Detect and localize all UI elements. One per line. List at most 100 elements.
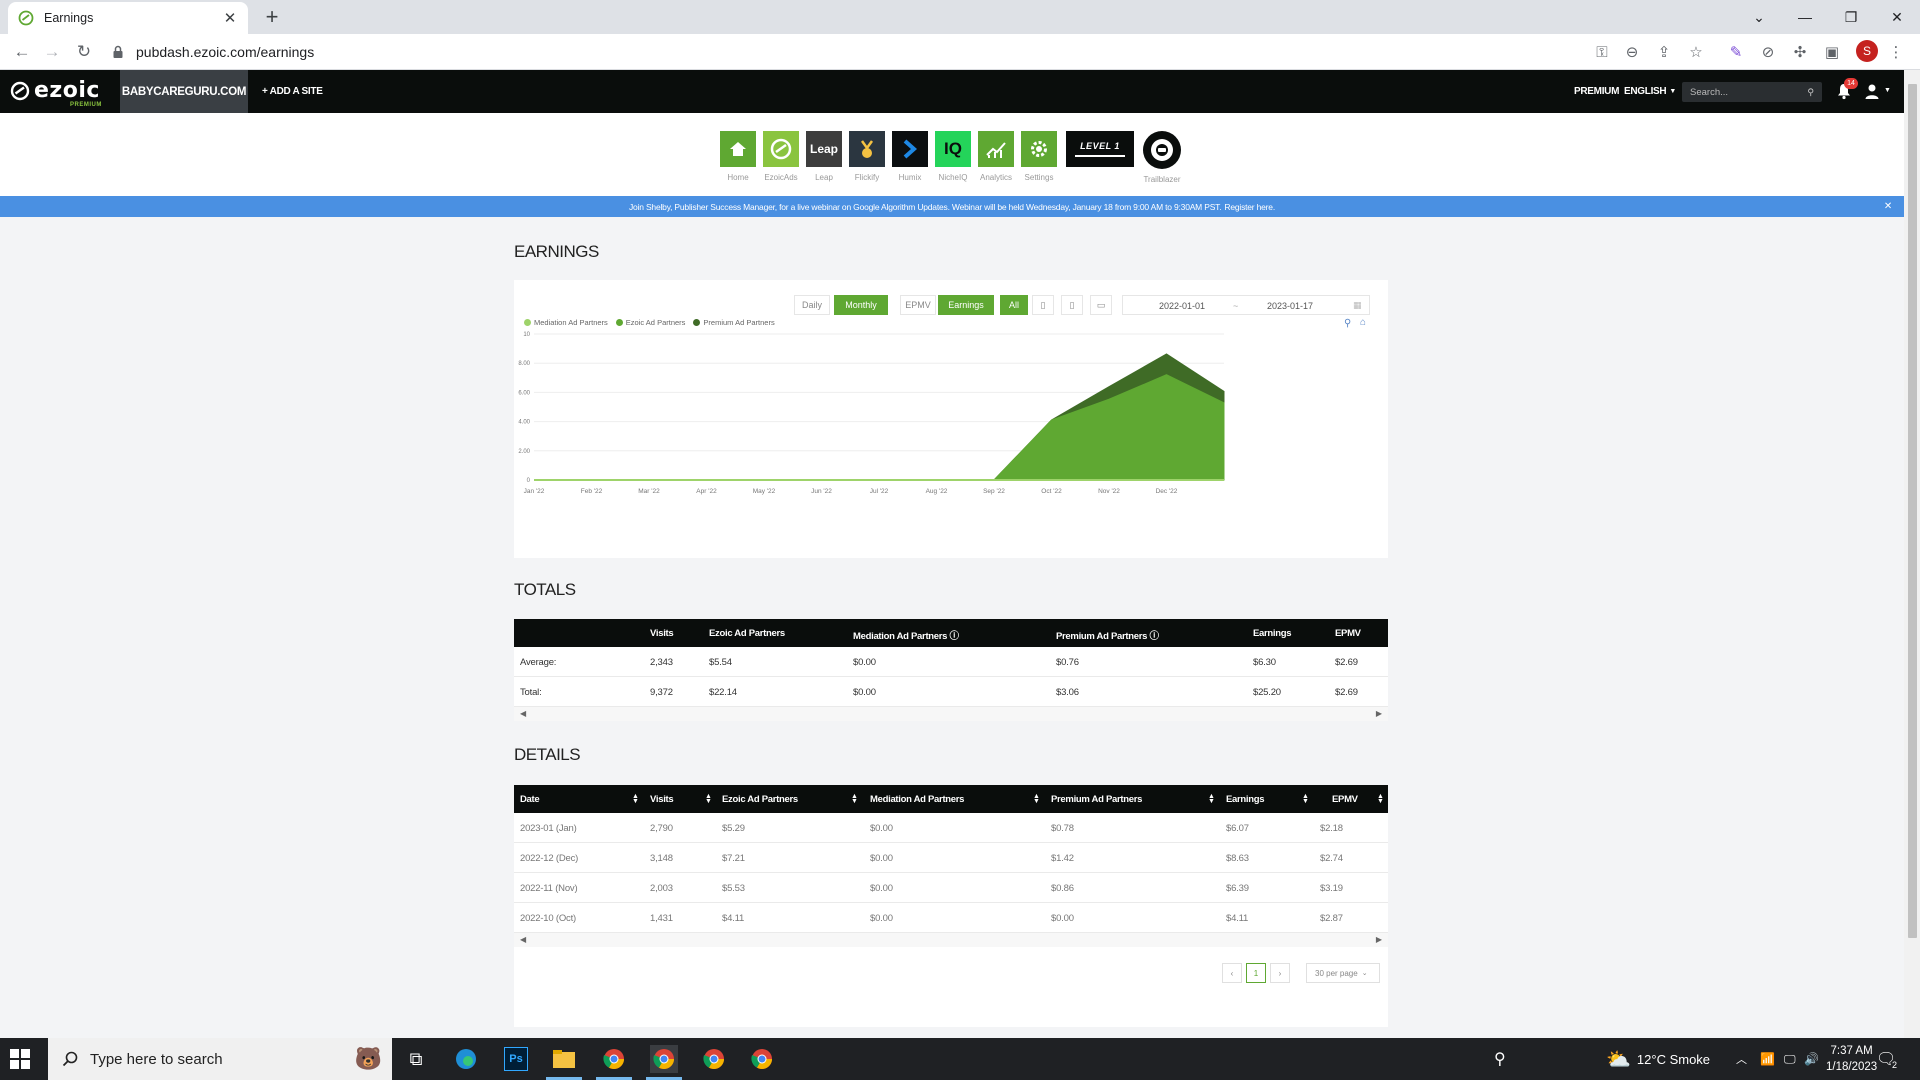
display-icon[interactable]: 🖵 — [1784, 1038, 1796, 1080]
browser-tab[interactable]: Earnings ✕ — [8, 2, 248, 34]
app-nicheiq[interactable]: IQ NicheIQ — [933, 131, 973, 182]
reset-zoom-home-icon[interactable]: ⌂ — [1360, 317, 1366, 328]
chrome-alt-icon[interactable] — [700, 1045, 728, 1073]
zoom-in-icon[interactable]: ⚲ — [1344, 318, 1351, 329]
col-earnings[interactable]: Earnings — [1226, 794, 1265, 805]
prev-page-button[interactable]: ‹ — [1222, 963, 1242, 983]
key-icon[interactable]: ⚿ — [1590, 40, 1614, 64]
close-window-button[interactable]: ✕ — [1874, 0, 1920, 34]
share-icon[interactable]: ⇪ — [1652, 40, 1676, 64]
daily-toggle[interactable]: Daily — [794, 295, 830, 315]
app-ezoicads[interactable]: EzoicAds — [761, 131, 801, 182]
weather-widget[interactable]: ⛅ 12°C Smoke — [1606, 1038, 1710, 1080]
pen-extension-icon[interactable]: ✎ — [1724, 40, 1748, 64]
site-selector[interactable]: BABYCAREGURU.COM — [120, 70, 248, 113]
app-leap[interactable]: Leap Leap — [804, 131, 844, 182]
help-circle-icon[interactable]: ⓘ — [950, 631, 960, 642]
restore-button[interactable]: ❐ — [1828, 0, 1874, 34]
scroll-right-icon[interactable]: ▶ — [1376, 935, 1382, 944]
taskbar-search-box[interactable]: Type here to search 🐻 — [48, 1038, 392, 1080]
col-premium[interactable]: Premium Ad Partners — [1051, 794, 1142, 805]
photoshop-icon[interactable]: Ps — [502, 1045, 530, 1073]
app-trailblazer[interactable]: Trailblazer — [1142, 131, 1182, 184]
col-visits[interactable]: Visits — [650, 794, 674, 805]
app-analytics[interactable]: Analytics — [976, 131, 1016, 182]
sort-icon[interactable]: ▲ ▼ — [1033, 793, 1040, 805]
minimize-button[interactable]: — — [1782, 0, 1828, 34]
address-bar[interactable]: pubdash.ezoic.com/earnings — [110, 38, 1570, 66]
user-account-icon[interactable] — [1864, 83, 1880, 99]
zoom-icon[interactable]: ⊖ — [1620, 40, 1644, 64]
scrollbar-thumb[interactable] — [1908, 84, 1917, 938]
user-caret-icon[interactable]: ▼ — [1884, 87, 1891, 94]
close-tab-icon[interactable]: ✕ — [222, 9, 238, 27]
sort-icon[interactable]: ▲ ▼ — [705, 793, 712, 805]
monthly-toggle[interactable]: Monthly — [834, 295, 888, 315]
legend-item-mediation[interactable]: Mediation Ad Partners — [524, 318, 608, 327]
windows-start-icon[interactable] — [10, 1049, 30, 1069]
ezoic-extension-icon[interactable]: ⊘ — [1756, 40, 1780, 64]
col-mediation[interactable]: Mediation Ad Partners — [870, 794, 964, 805]
profile-avatar[interactable]: S — [1856, 40, 1878, 62]
volume-icon[interactable]: 🔊 — [1804, 1038, 1819, 1080]
edge-browser-icon[interactable] — [452, 1045, 480, 1073]
scroll-left-icon[interactable]: ◀ — [520, 935, 526, 944]
horizontal-scrollbar[interactable]: ◀ ▶ — [514, 707, 1388, 721]
register-link[interactable]: Register here. — [1224, 202, 1275, 212]
app-level-badge[interactable]: LEVEL 1 — [1066, 131, 1134, 167]
browser-menu-icon[interactable]: ⋮ — [1884, 40, 1908, 64]
sort-icon[interactable]: ▲ ▼ — [632, 793, 639, 805]
tablet-device-icon[interactable]: ▯ — [1061, 295, 1083, 315]
desktop-device-icon[interactable]: ▭ — [1090, 295, 1112, 315]
chrome-profile-icon[interactable] — [650, 1045, 678, 1073]
close-banner-icon[interactable]: ✕ — [1884, 201, 1892, 212]
horizontal-scrollbar[interactable]: ◀ ▶ — [514, 933, 1388, 947]
mobile-device-icon[interactable]: ▯ — [1032, 295, 1054, 315]
bookmark-star-icon[interactable]: ☆ — [1684, 40, 1708, 64]
next-page-button[interactable]: › — [1270, 963, 1290, 983]
extensions-puzzle-icon[interactable]: ✣ — [1788, 40, 1812, 64]
dashboard-search-input[interactable]: Search... ⚲ — [1682, 82, 1822, 102]
per-page-select[interactable]: 30 per page ⌄ — [1306, 963, 1380, 983]
app-humix[interactable]: Humix — [890, 131, 930, 182]
calendar-icon[interactable]: ▦ — [1353, 300, 1362, 311]
clock[interactable]: 7:37 AM 1/18/2023 — [1826, 1038, 1877, 1080]
col-date[interactable]: Date — [520, 794, 540, 805]
epmv-toggle[interactable]: EPMV — [900, 295, 936, 315]
file-explorer-icon[interactable] — [550, 1045, 578, 1073]
scroll-right-icon[interactable]: ▶ — [1376, 709, 1382, 718]
add-site-link[interactable]: + ADD A SITE — [262, 70, 323, 113]
chrome-icon[interactable] — [600, 1045, 628, 1073]
language-selector[interactable]: ENGLISH ▼ — [1624, 70, 1676, 113]
chrome-user-icon[interactable] — [748, 1045, 776, 1073]
earnings-toggle[interactable]: Earnings — [938, 295, 994, 315]
col-epmv[interactable]: EPMV — [1332, 794, 1358, 805]
ezoic-logo[interactable]: ezoic PREMIUM — [10, 78, 101, 108]
scroll-left-icon[interactable]: ◀ — [520, 709, 526, 718]
app-flickify[interactable]: Flickify — [847, 131, 887, 182]
app-home[interactable]: Home — [718, 131, 758, 182]
help-circle-icon[interactable]: ⓘ — [1149, 631, 1159, 642]
legend-item-premium[interactable]: Premium Ad Partners — [693, 318, 775, 327]
legend-item-ezoic[interactable]: Ezoic Ad Partners — [615, 318, 685, 327]
forward-arrow-icon[interactable]: → — [40, 40, 64, 64]
task-view-icon[interactable]: ⧉ — [402, 1045, 430, 1073]
sort-icon[interactable]: ▲ ▼ — [1377, 793, 1384, 805]
all-devices-toggle[interactable]: All — [1000, 295, 1028, 315]
premium-link[interactable]: PREMIUM — [1574, 70, 1619, 113]
sort-icon[interactable]: ▲ ▼ — [1302, 793, 1309, 805]
col-ezoic[interactable]: Ezoic Ad Partners — [722, 794, 798, 805]
sort-icon[interactable]: ▲ ▼ — [851, 793, 858, 805]
tab-search-chevron-icon[interactable]: ⌄ — [1736, 0, 1782, 34]
app-settings[interactable]: Settings — [1019, 131, 1059, 182]
page-number-button[interactable]: 1 — [1246, 963, 1266, 983]
sort-icon[interactable]: ▲ ▼ — [1208, 793, 1215, 805]
date-range-picker[interactable]: 2022-01-01 ~ 2023-01-17 ▦ — [1122, 295, 1370, 315]
show-hidden-icons-chevron[interactable]: ︿ — [1736, 1038, 1747, 1080]
people-search-icon[interactable]: ⚲ — [1494, 1038, 1506, 1080]
notification-center-icon[interactable]: 🗨 — [1876, 1038, 1896, 1080]
reload-icon[interactable]: ↻ — [72, 40, 96, 64]
new-tab-button[interactable]: + — [258, 4, 286, 32]
back-arrow-icon[interactable]: ← — [10, 40, 34, 64]
page-scrollbar[interactable] — [1904, 70, 1920, 1038]
